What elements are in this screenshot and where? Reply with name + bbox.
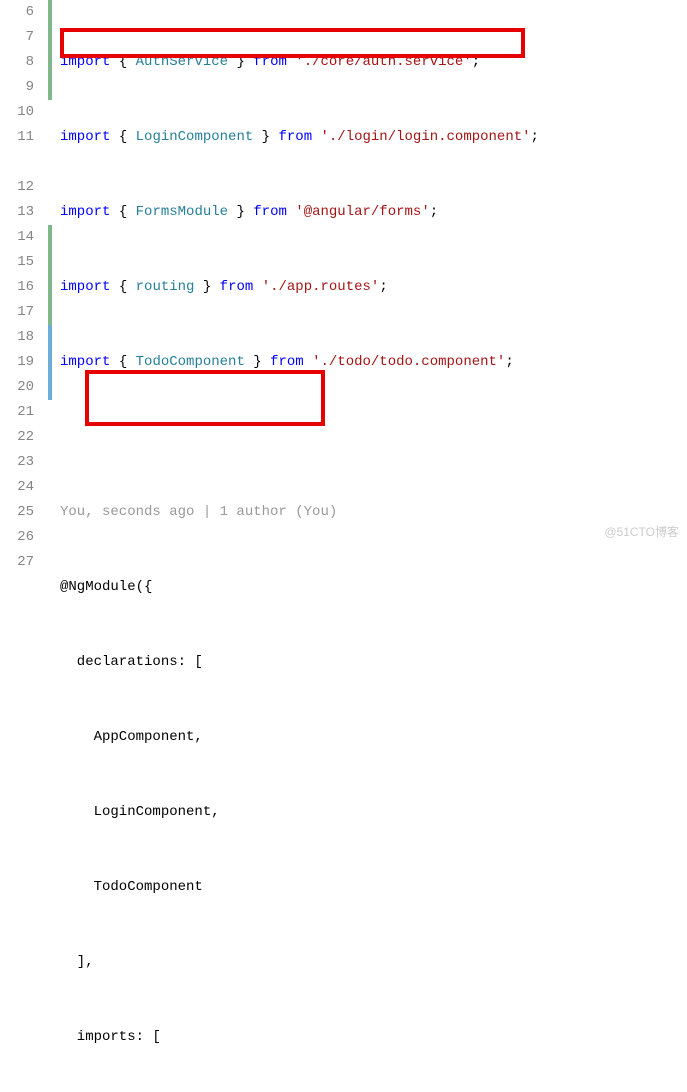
code-line[interactable]: import { AuthService } from './core/auth… (54, 50, 687, 75)
code-line[interactable]: AppComponent, (54, 725, 687, 750)
code-line[interactable]: imports: [ (54, 1025, 687, 1050)
line-number: 14 (0, 225, 34, 250)
git-modified-indicator (48, 325, 52, 375)
code-editor[interactable]: 6 7 8 9 10 11 12 13 14 15 16 17 18 19 20… (0, 0, 687, 546)
line-number: 23 (0, 450, 34, 475)
code-line[interactable]: declarations: [ (54, 650, 687, 675)
line-number: 20 (0, 375, 34, 400)
line-number-gutter: 6 7 8 9 10 11 12 13 14 15 16 17 18 19 20… (0, 0, 48, 546)
code-line[interactable]: TodoComponent (54, 875, 687, 900)
codelens-annotation[interactable]: You, seconds ago | 1 author (You) (54, 500, 687, 525)
line-number: 15 (0, 250, 34, 275)
code-line[interactable]: LoginComponent, (54, 800, 687, 825)
line-number: 12 (0, 175, 34, 200)
line-number: 26 (0, 525, 34, 550)
git-added-indicator (48, 225, 52, 325)
line-number: 21 (0, 400, 34, 425)
code-line-empty[interactable] (54, 425, 687, 450)
code-line[interactable]: @NgModule({ (54, 575, 687, 600)
line-number: 25 (0, 500, 34, 525)
line-number: 16 (0, 275, 34, 300)
code-line[interactable]: import { FormsModule } from '@angular/fo… (54, 200, 687, 225)
line-number: 6 (0, 0, 34, 25)
line-number: 27 (0, 550, 34, 575)
code-area[interactable]: import { AuthService } from './core/auth… (54, 0, 687, 546)
code-line[interactable]: import { LoginComponent } from './login/… (54, 125, 687, 150)
line-number: 10 (0, 100, 34, 125)
line-number: 17 (0, 300, 34, 325)
line-number: 13 (0, 200, 34, 225)
watermark: @51CTO博客 (604, 523, 679, 540)
code-line[interactable]: import { routing } from './app.routes'; (54, 275, 687, 300)
git-modified-indicator (48, 375, 52, 400)
line-number: 11 (0, 125, 34, 150)
line-number: 19 (0, 350, 34, 375)
line-number: 7 (0, 25, 34, 50)
code-line[interactable]: import { TodoComponent } from './todo/to… (54, 350, 687, 375)
line-number: 9 (0, 75, 34, 100)
line-number: 24 (0, 475, 34, 500)
line-number: 18 (0, 325, 34, 350)
line-number: 8 (0, 50, 34, 75)
line-number (0, 150, 34, 175)
code-line[interactable]: ], (54, 950, 687, 975)
line-number: 22 (0, 425, 34, 450)
git-added-indicator (48, 0, 52, 100)
